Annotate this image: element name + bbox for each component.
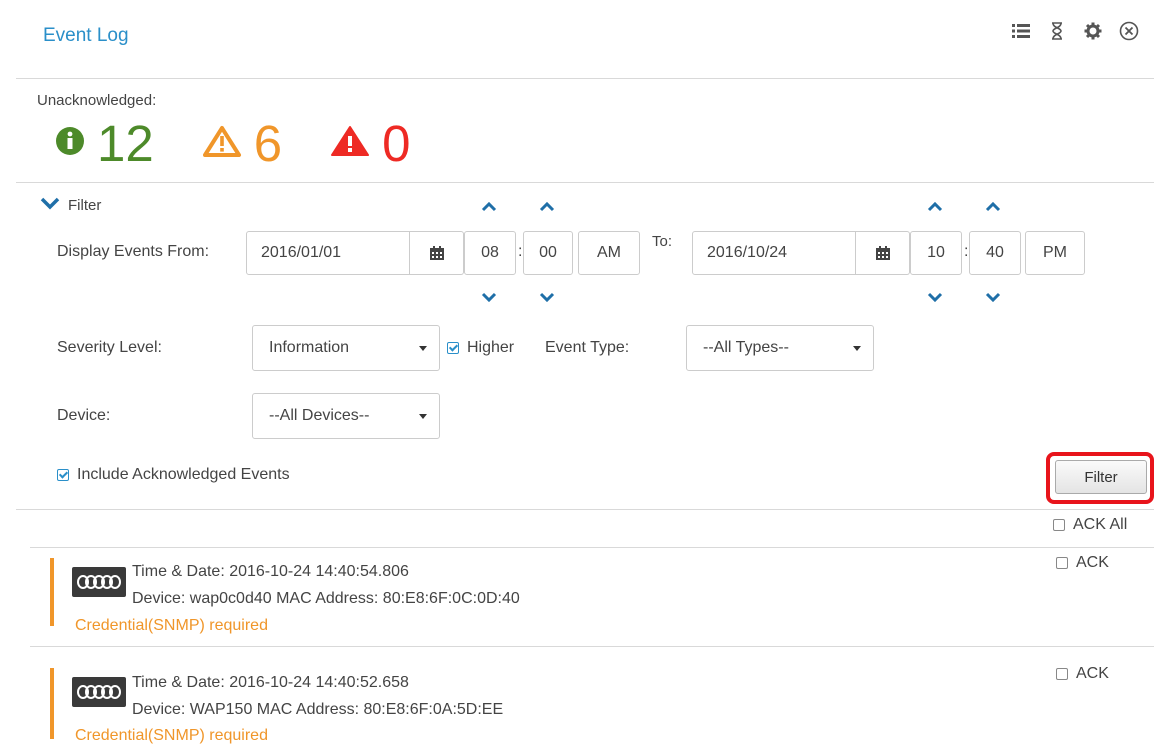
from-minute-up-chevron-icon[interactable] [537,200,557,214]
ack-checkbox[interactable] [1056,668,1068,680]
severity-level-label: Severity Level: [57,339,162,356]
filter-toggle-label: Filter [68,196,102,214]
warning-severity-bar [50,558,54,626]
event-type-value: --All Types-- [703,339,789,356]
include-acknowledged-checkbox[interactable] [57,469,69,481]
divider [30,547,1154,548]
filter-toggle[interactable]: Filter [40,196,101,214]
to-minute-up-chevron-icon[interactable] [983,200,1003,214]
warning-icon [202,125,242,162]
unacknowledged-label: Unacknowledged: [37,92,157,109]
higher-checkbox-group[interactable]: Higher [447,339,514,357]
warning-count[interactable]: 6 [254,118,282,169]
severity-level-value: Information [269,339,350,356]
from-hour-input[interactable]: 08 [464,231,516,275]
to-hour-input[interactable]: 10 [910,231,962,275]
dropdown-caret-icon [419,345,427,351]
from-ampm-toggle[interactable]: AM [578,231,640,275]
gear-icon[interactable] [1082,20,1104,42]
access-point-icon [72,567,126,597]
calendar-icon[interactable] [410,231,464,275]
ack-label: ACK [1076,554,1109,571]
from-minute-input[interactable]: 00 [523,231,573,275]
to-minute-down-chevron-icon[interactable] [983,290,1003,304]
error-icon [330,125,370,162]
chevron-down-icon [40,196,60,214]
ack-all-label: ACK All [1073,516,1128,533]
ack-label: ACK [1076,665,1109,682]
divider [16,182,1154,183]
dropdown-caret-icon [419,413,427,419]
dropdown-caret-icon [853,345,861,351]
divider [16,78,1154,79]
to-hour-up-chevron-icon[interactable] [925,200,945,214]
event-type-select[interactable]: --All Types-- [686,325,874,371]
to-minute-input[interactable]: 40 [969,231,1021,275]
to-ampm-toggle[interactable]: PM [1025,231,1085,275]
to-hour-down-chevron-icon[interactable] [925,290,945,304]
time-colon: : [964,243,969,260]
device-value: --All Devices-- [269,407,370,424]
from-minute-down-chevron-icon[interactable] [537,290,557,304]
higher-checkbox[interactable] [447,342,459,354]
calendar-icon[interactable] [856,231,910,275]
event-device: Device: wap0c0d40 MAC Address: 80:E8:6F:… [132,590,520,607]
severity-level-select[interactable]: Information [252,325,440,371]
display-events-from-label: Display Events From: [57,243,210,260]
ack-group[interactable]: ACK [1056,554,1109,572]
header-toolbar [1010,20,1140,42]
error-count[interactable]: 0 [382,118,410,169]
device-select[interactable]: --All Devices-- [252,393,440,439]
event-device: Device: WAP150 MAC Address: 80:E8:6F:0A:… [132,701,504,718]
divider [30,646,1154,647]
from-date-input[interactable]: 2016/01/01 [246,231,410,275]
page-title: Event Log [43,25,129,46]
event-message: Credential(SNMP) required [75,727,268,744]
info-count[interactable]: 12 [97,118,154,169]
close-circle-icon[interactable] [1118,20,1140,42]
time-colon: : [518,243,523,260]
to-label: To: [652,233,673,250]
divider [16,509,1154,510]
info-icon [55,126,85,161]
event-time: Time & Date: 2016-10-24 14:40:54.806 [132,563,409,580]
from-hour-up-chevron-icon[interactable] [479,200,499,214]
event-message: Credential(SNMP) required [75,617,268,634]
ack-all-checkbox[interactable] [1053,519,1065,531]
to-date-input[interactable]: 2016/10/24 [692,231,856,275]
higher-label: Higher [467,339,515,356]
filter-button[interactable]: Filter [1055,460,1147,494]
unacknowledged-counts: 12 6 0 [55,118,458,169]
ack-group[interactable]: ACK [1056,665,1109,683]
include-acknowledged-label: Include Acknowledged Events [77,466,290,483]
hourglass-icon[interactable] [1046,20,1068,42]
from-hour-down-chevron-icon[interactable] [479,290,499,304]
access-point-icon [72,677,126,707]
event-time: Time & Date: 2016-10-24 14:40:52.658 [132,674,409,691]
event-type-label: Event Type: [545,339,630,356]
ack-all-group[interactable]: ACK All [1053,516,1127,534]
device-label: Device: [57,407,111,424]
include-acknowledged-group[interactable]: Include Acknowledged Events [57,466,290,484]
warning-severity-bar [50,668,54,739]
ack-checkbox[interactable] [1056,557,1068,569]
list-icon[interactable] [1010,20,1032,42]
